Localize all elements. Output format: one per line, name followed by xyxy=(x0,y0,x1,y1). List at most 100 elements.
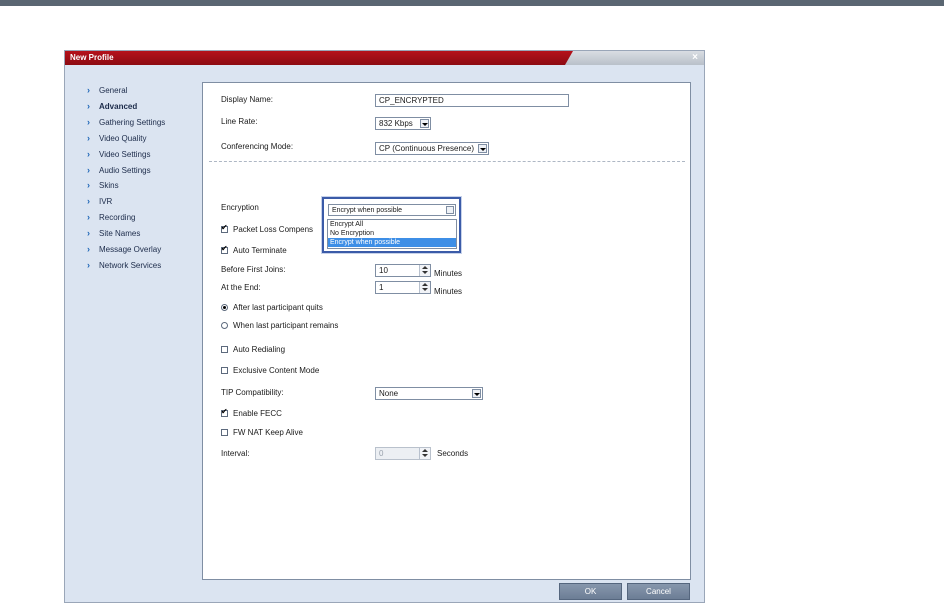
at-the-end-stepper[interactable]: 1 xyxy=(375,281,431,294)
chevron-right-icon: › xyxy=(87,244,90,254)
enable-fecc-label: Enable FECC xyxy=(233,409,282,418)
stepper-arrows-icon xyxy=(419,448,430,459)
chevron-right-icon: › xyxy=(87,117,90,127)
enable-fecc-checkbox[interactable] xyxy=(221,407,228,417)
exclusive-content-label: Exclusive Content Mode xyxy=(233,366,320,375)
before-first-joins-stepper[interactable]: 10 xyxy=(375,264,431,277)
interval-stepper: 0 xyxy=(375,447,431,460)
encryption-label: Encryption xyxy=(221,203,259,212)
chevron-right-icon: › xyxy=(87,85,90,95)
chevron-right-icon: › xyxy=(87,212,90,222)
sidebar-item-label: Audio Settings xyxy=(99,165,151,175)
chevron-down-icon[interactable] xyxy=(478,144,487,153)
chevron-right-icon: › xyxy=(87,133,90,143)
tip-compatibility-select[interactable]: None xyxy=(375,387,483,400)
interval-label: Interval: xyxy=(221,449,250,458)
encryption-option-no-encryption[interactable]: No Encryption xyxy=(328,229,456,238)
sidebar-item-label: Video Settings xyxy=(99,149,151,159)
sidebar-item-label: Site Names xyxy=(99,228,141,238)
sidebar-item-advanced[interactable]: › Advanced xyxy=(87,99,137,113)
chevron-right-icon: › xyxy=(87,180,90,190)
tip-compatibility-label: TIP Compatibility: xyxy=(221,388,284,397)
encryption-options-list: Encrypt All No Encryption Encrypt when p… xyxy=(327,219,457,249)
top-bar xyxy=(0,0,944,6)
line-rate-label: Line Rate: xyxy=(221,117,258,126)
section-divider xyxy=(209,161,685,162)
chevron-right-icon: › xyxy=(87,228,90,238)
line-rate-select[interactable]: 832 Kbps xyxy=(375,117,431,130)
sidebar-item-recording[interactable]: › Recording xyxy=(87,210,135,224)
auto-redialing-checkbox[interactable] xyxy=(221,346,228,353)
chevron-down-icon[interactable] xyxy=(420,119,429,128)
before-first-joins-value: 10 xyxy=(379,266,388,275)
encryption-option-encrypt-all[interactable]: Encrypt All xyxy=(328,220,456,229)
sidebar-item-site-names[interactable]: › Site Names xyxy=(87,226,140,240)
encryption-dropdown[interactable]: Encrypt when possible Encrypt All No Enc… xyxy=(322,197,461,253)
auto-redialing-label: Auto Redialing xyxy=(233,345,286,354)
when-last-remains-label: When last participant remains xyxy=(233,321,339,330)
chevron-down-icon[interactable] xyxy=(472,389,481,398)
conferencing-mode-select[interactable]: CP (Continuous Presence) xyxy=(375,142,489,155)
chevron-down-icon[interactable] xyxy=(446,206,454,214)
sidebar-item-label: Network Services xyxy=(99,260,162,270)
stepper-arrows-icon[interactable] xyxy=(419,282,430,293)
sidebar-item-gathering-settings[interactable]: › Gathering Settings xyxy=(87,115,165,129)
tip-compatibility-value: None xyxy=(379,389,399,398)
cancel-button[interactable]: Cancel xyxy=(627,583,690,600)
auto-terminate-checkbox[interactable] xyxy=(221,244,228,254)
packet-loss-checkbox[interactable] xyxy=(221,223,228,233)
before-first-joins-unit: Minutes xyxy=(434,269,463,278)
dialog-title: New Profile xyxy=(70,53,114,62)
sidebar-item-label: Recording xyxy=(99,212,136,222)
sidebar-item-label: IVR xyxy=(99,196,113,206)
sidebar-item-label: Video Quality xyxy=(99,133,147,143)
ok-button[interactable]: OK xyxy=(559,583,622,600)
close-icon[interactable]: × xyxy=(692,52,698,63)
when-last-remains-radio[interactable] xyxy=(221,322,228,329)
fw-nat-keep-alive-label: FW NAT Keep Alive xyxy=(233,428,303,437)
sidebar-item-label: Advanced xyxy=(99,101,138,111)
sidebar-item-skins[interactable]: › Skins xyxy=(87,178,119,192)
chevron-right-icon: › xyxy=(87,196,90,206)
line-rate-value: 832 Kbps xyxy=(379,119,413,128)
title-bar[interactable]: New Profile × xyxy=(65,51,704,65)
chevron-right-icon: › xyxy=(87,101,90,111)
auto-terminate-label: Auto Terminate xyxy=(233,246,287,255)
encryption-option-encrypt-when-possible[interactable]: Encrypt when possible xyxy=(328,238,456,247)
chevron-right-icon: › xyxy=(87,165,90,175)
at-the-end-value: 1 xyxy=(379,283,384,292)
exclusive-content-checkbox[interactable] xyxy=(221,367,228,374)
sidebar-item-label: Gathering Settings xyxy=(99,117,166,127)
sidebar-item-video-quality[interactable]: › Video Quality xyxy=(87,131,146,145)
new-profile-dialog: New Profile × › General › Advanced › Gat… xyxy=(64,50,705,603)
at-the-end-unit: Minutes xyxy=(434,287,463,296)
at-the-end-label: At the End: xyxy=(221,283,261,292)
advanced-settings-panel: Display Name: CP_ENCRYPTED Line Rate: 83… xyxy=(202,82,691,580)
interval-value: 0 xyxy=(379,449,384,458)
sidebar-item-network-services[interactable]: › Network Services xyxy=(87,258,161,272)
sidebar-item-label: Skins xyxy=(99,180,119,190)
packet-loss-label: Packet Loss Compens xyxy=(233,225,314,234)
chevron-right-icon: › xyxy=(87,260,90,270)
before-first-joins-label: Before First Joins: xyxy=(221,265,286,274)
title-bar-stripe xyxy=(565,51,704,65)
chevron-right-icon: › xyxy=(87,149,90,159)
after-last-quits-radio[interactable] xyxy=(221,304,228,311)
sidebar-item-audio-settings[interactable]: › Audio Settings xyxy=(87,163,151,177)
sidebar-item-message-overlay[interactable]: › Message Overlay xyxy=(87,242,161,256)
sidebar-item-label: General xyxy=(99,85,128,95)
display-name-field[interactable]: CP_ENCRYPTED xyxy=(375,94,569,107)
display-name-label: Display Name: xyxy=(221,95,274,104)
after-last-quits-label: After last participant quits xyxy=(233,303,323,312)
encryption-select[interactable]: Encrypt when possible xyxy=(328,204,456,216)
stepper-arrows-icon[interactable] xyxy=(419,265,430,276)
conferencing-mode-value: CP (Continuous Presence) xyxy=(379,144,475,153)
encryption-value: Encrypt when possible xyxy=(332,207,403,214)
interval-unit: Seconds xyxy=(437,449,469,458)
sidebar-item-ivr[interactable]: › IVR xyxy=(87,194,112,208)
sidebar-item-general[interactable]: › General xyxy=(87,83,127,97)
fw-nat-keep-alive-checkbox[interactable] xyxy=(221,429,228,436)
sidebar-item-label: Message Overlay xyxy=(99,244,162,254)
sidebar-item-video-settings[interactable]: › Video Settings xyxy=(87,147,150,161)
conferencing-mode-label: Conferencing Mode: xyxy=(221,142,294,151)
